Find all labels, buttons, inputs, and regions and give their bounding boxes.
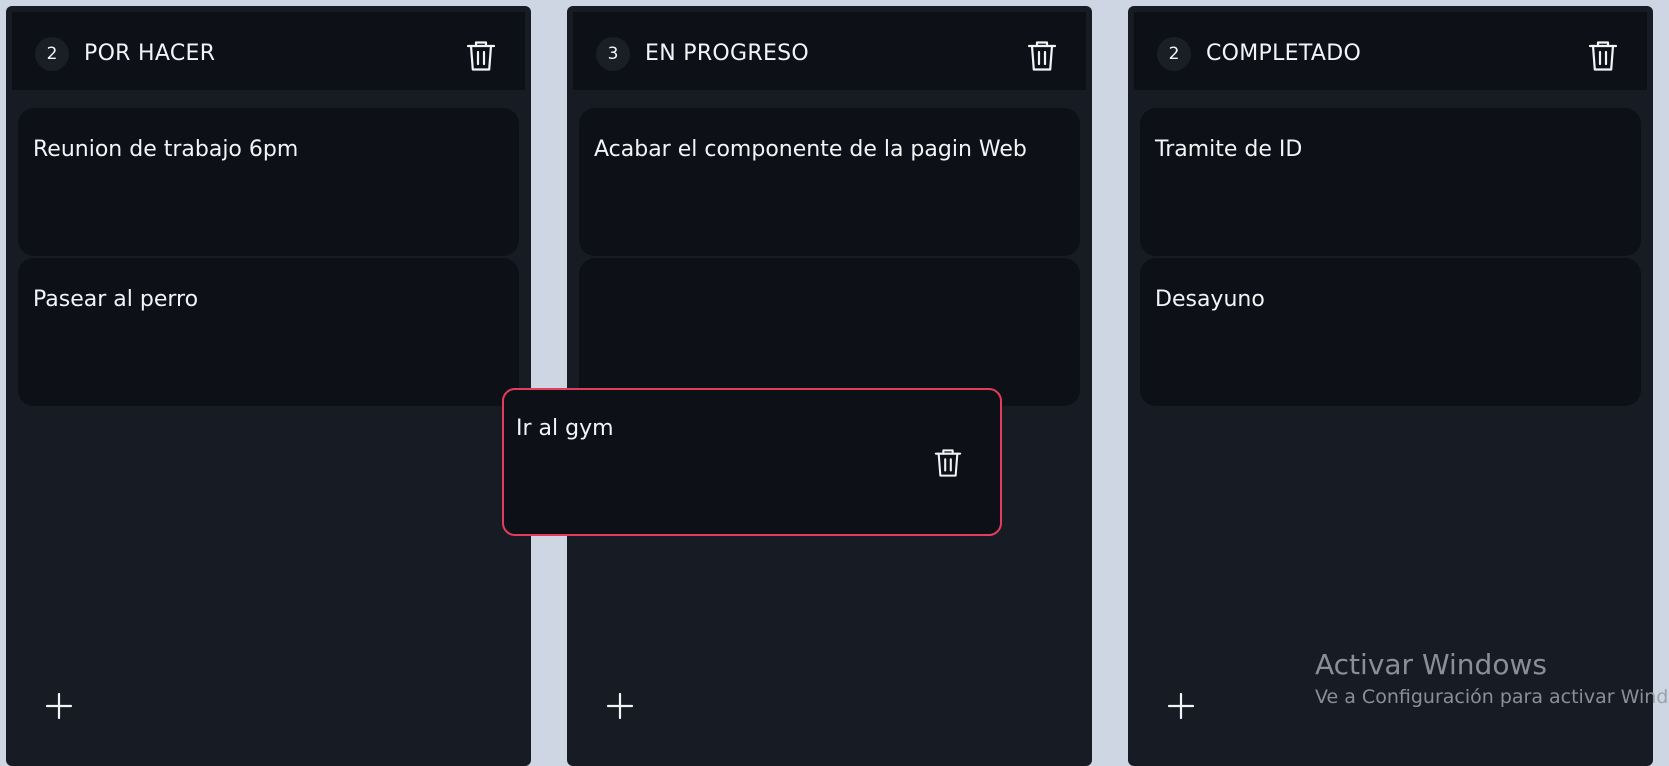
- column-title[interactable]: COMPLETADO: [1206, 40, 1361, 68]
- task-card[interactable]: Pasear al perro: [18, 258, 519, 406]
- column-completado: 2 COMPLETADO Tramite de ID Desayuno: [1128, 6, 1653, 766]
- column-en-progreso: 3 EN PROGRESO Acabar el componente de la…: [567, 6, 1092, 766]
- delete-column-button[interactable]: [464, 38, 498, 74]
- dragging-task-card[interactable]: Ir al gym: [502, 388, 1002, 536]
- drop-placeholder-card[interactable]: [579, 258, 1080, 406]
- task-text: Desayuno: [1155, 287, 1265, 312]
- trash-icon: [466, 41, 496, 71]
- task-card[interactable]: Reunion de trabajo 6pm: [18, 108, 519, 256]
- delete-column-button[interactable]: [1586, 38, 1620, 74]
- plus-icon: [606, 692, 634, 720]
- add-task-button[interactable]: [1164, 689, 1198, 723]
- add-task-button[interactable]: [603, 689, 637, 723]
- task-count-badge: 2: [1157, 37, 1191, 71]
- task-card[interactable]: Tramite de ID: [1140, 108, 1641, 256]
- task-card[interactable]: Desayuno: [1140, 258, 1641, 406]
- column-title[interactable]: EN PROGRESO: [645, 40, 809, 68]
- delete-column-button[interactable]: [1025, 38, 1059, 74]
- trash-icon: [934, 449, 962, 477]
- task-text: Pasear al perro: [33, 287, 199, 312]
- task-count-badge: 2: [35, 37, 69, 71]
- task-text: Ir al gym: [516, 416, 614, 441]
- column-title[interactable]: POR HACER: [84, 40, 215, 68]
- trash-icon: [1588, 41, 1618, 71]
- plus-icon: [45, 692, 73, 720]
- task-text: Reunion de trabajo 6pm: [33, 137, 299, 162]
- add-task-button[interactable]: [42, 689, 76, 723]
- plus-icon: [1167, 692, 1195, 720]
- column-por-hacer: 2 POR HACER Reunion de trabajo 6pm Pasea…: [6, 6, 531, 766]
- task-card[interactable]: Acabar el componente de la pagin Web: [579, 108, 1080, 256]
- task-text: Acabar el componente de la pagin Web: [594, 137, 1027, 162]
- trash-icon: [1027, 41, 1057, 71]
- column-header: 3 EN PROGRESO: [573, 12, 1086, 90]
- task-count-badge: 3: [596, 37, 630, 71]
- column-header: 2 COMPLETADO: [1134, 12, 1647, 90]
- task-text: Tramite de ID: [1155, 137, 1303, 162]
- delete-task-button[interactable]: [931, 445, 965, 481]
- column-header: 2 POR HACER: [12, 12, 525, 90]
